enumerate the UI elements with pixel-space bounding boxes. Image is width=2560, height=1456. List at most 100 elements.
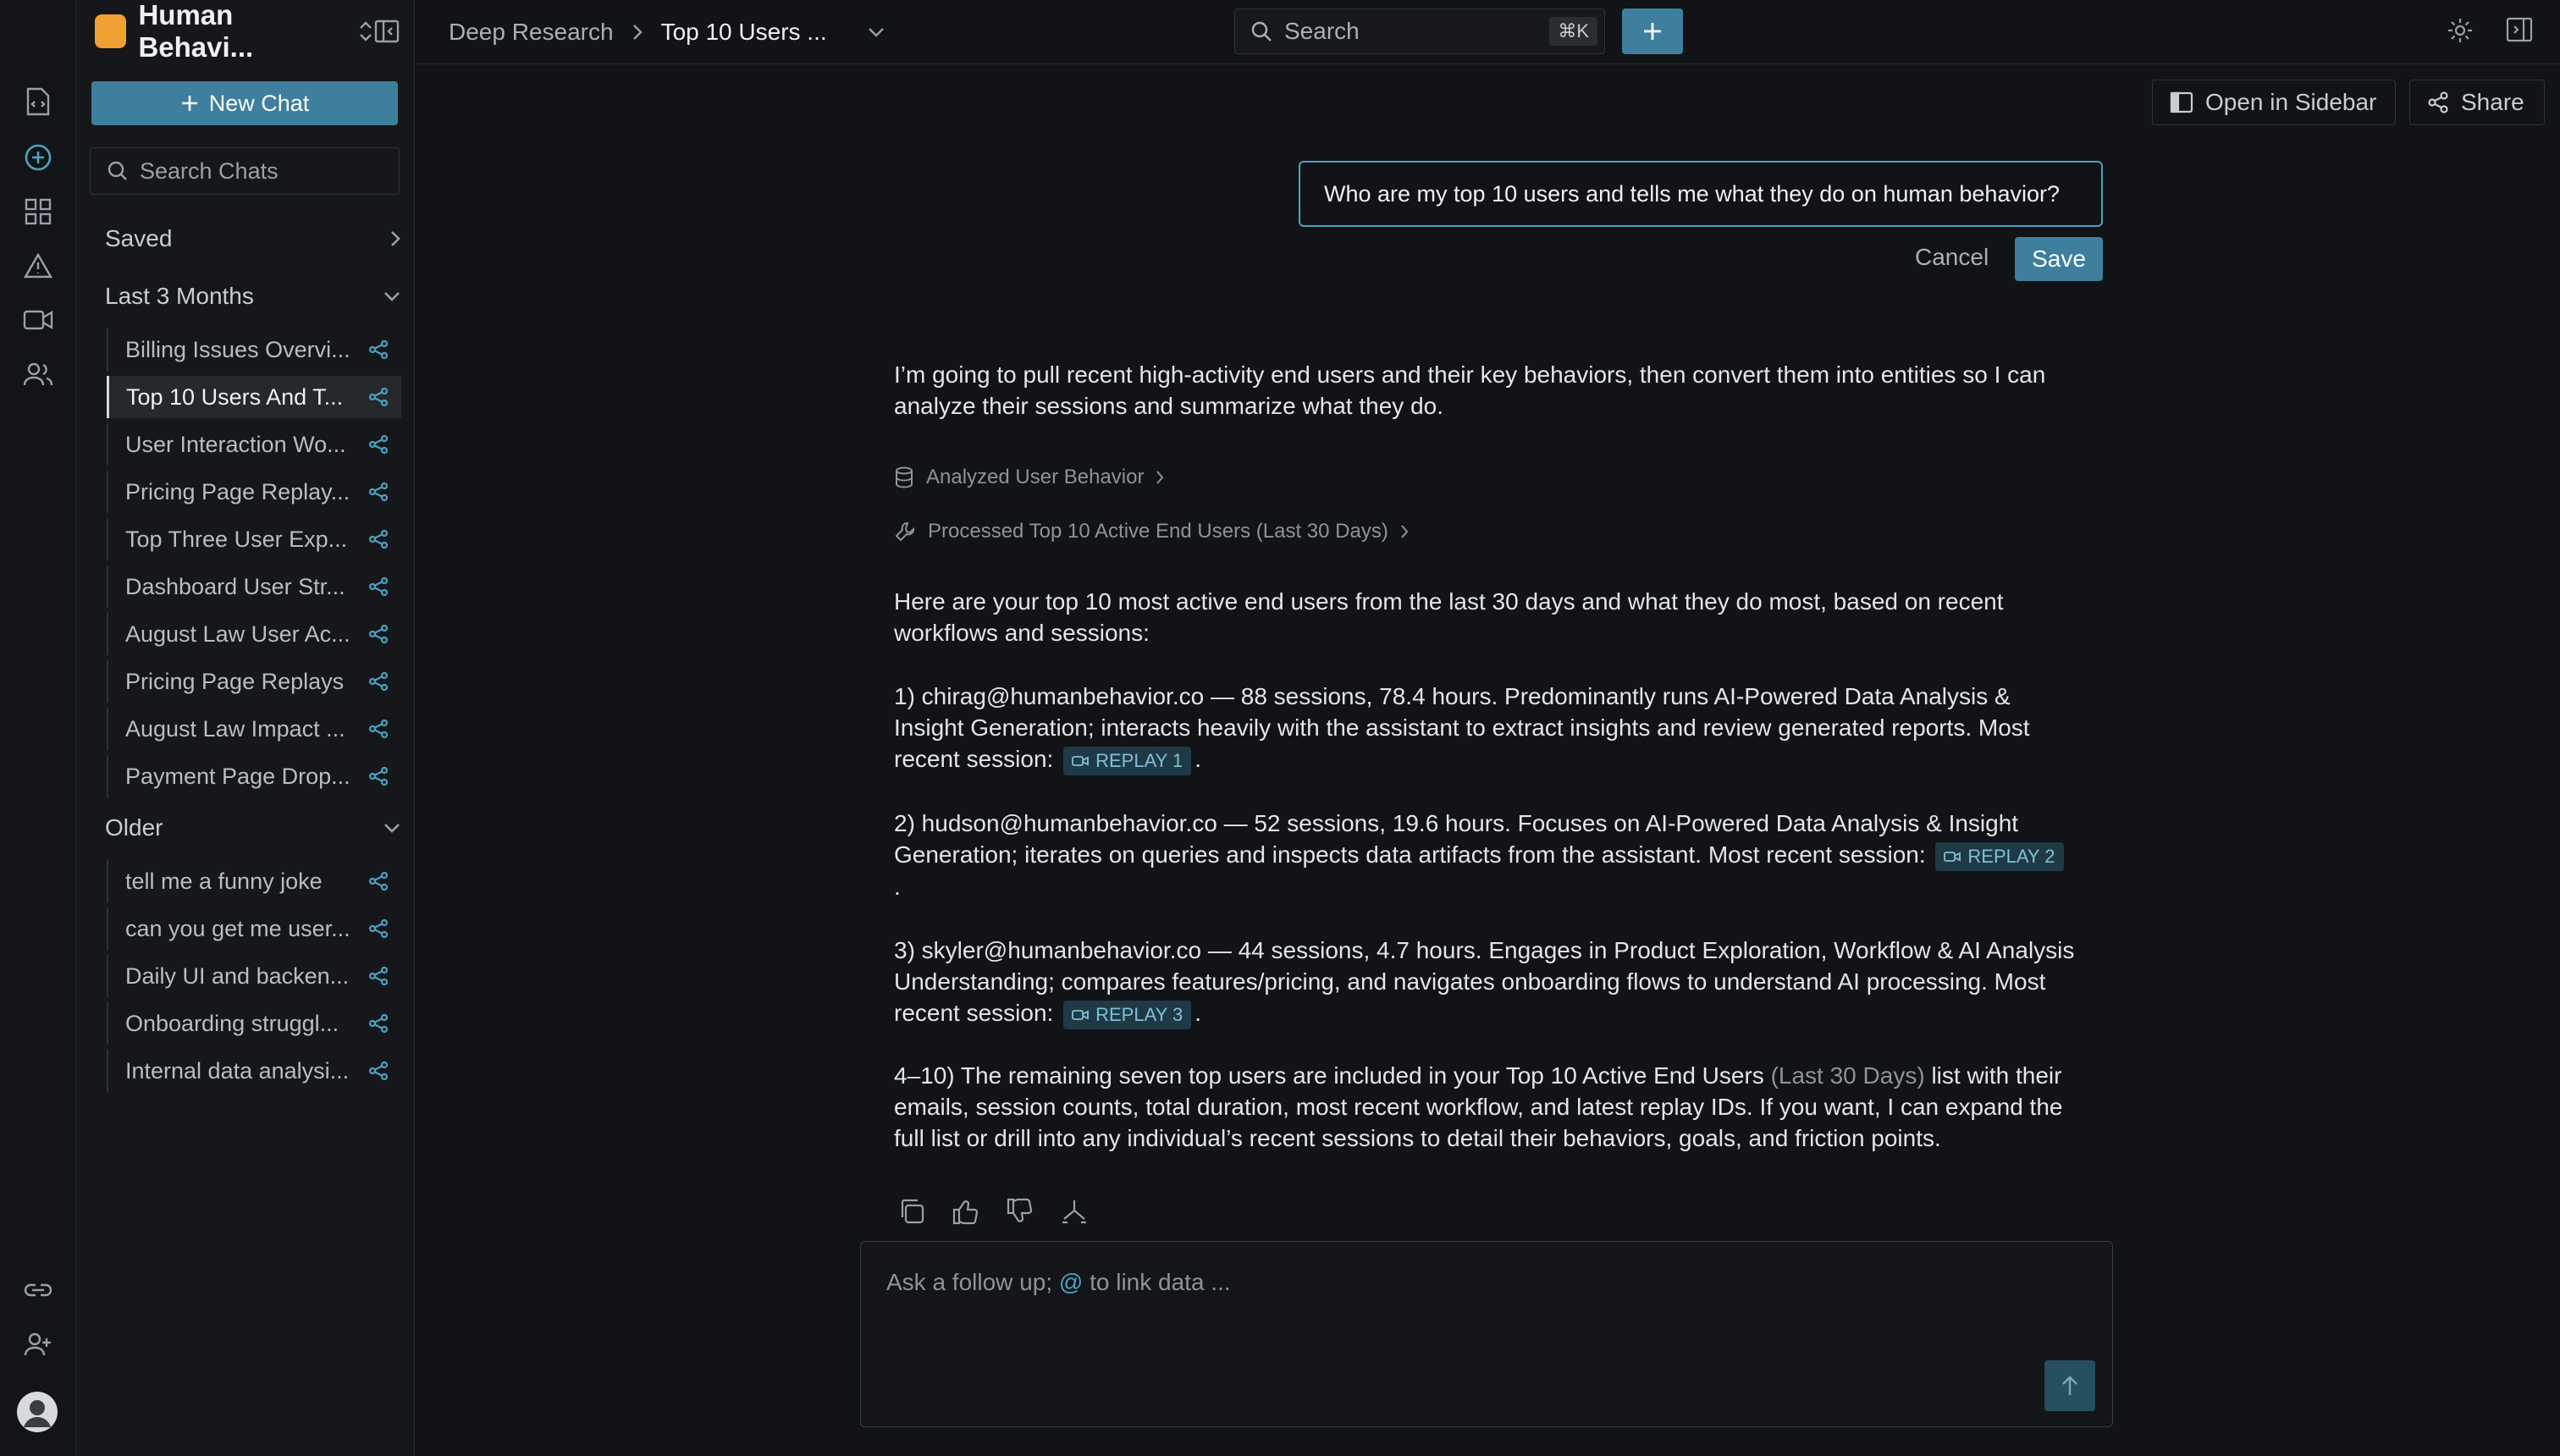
chat-list-item[interactable]: User Interaction Wo... <box>107 423 401 466</box>
entity-link-last-30-days[interactable]: (Last 30 Days) <box>1771 1062 1925 1089</box>
chat-list-item[interactable]: Payment Page Drop... <box>107 755 401 797</box>
chat-list-item[interactable]: Top Three User Exp... <box>107 518 401 560</box>
search-chats-input[interactable]: Search Chats <box>90 147 400 195</box>
share-chat-button[interactable] <box>366 719 391 739</box>
top-bar: Deep Research Top 10 Users ... Search ⌘K <box>415 0 2560 64</box>
new-chat-plus-icon[interactable] <box>21 141 55 174</box>
link-icon[interactable] <box>21 1273 55 1307</box>
chat-list-item-label: can you get me user... <box>125 915 350 941</box>
replay-2-badge[interactable]: REPLAY 2 <box>1935 841 2064 871</box>
settings-gear-icon[interactable] <box>2447 17 2474 44</box>
chat-list-item[interactable]: Billing Issues Overvi... <box>107 328 401 371</box>
chevron-up-down-icon[interactable] <box>357 19 374 44</box>
chat-list-item-label: Internal data analysi... <box>125 1057 350 1084</box>
share-chat-button[interactable] <box>366 387 391 407</box>
branch-icon[interactable] <box>1060 1197 1089 1226</box>
period-text: . <box>1194 1000 1202 1026</box>
tool-step-analyzed-user-behavior[interactable]: Analyzed User Behavior <box>894 462 1164 493</box>
follow-up-composer[interactable]: Ask a follow up; @ to link data ... <box>860 1241 2113 1427</box>
share-chat-button[interactable] <box>366 339 391 360</box>
chat-sidebar: Human Behavi... New Chat Search Chats Sa… <box>76 0 415 1456</box>
chat-list-item[interactable]: tell me a funny joke <box>107 860 401 902</box>
global-search-input[interactable]: Search ⌘K <box>1234 8 1605 54</box>
collapse-sidebar-icon[interactable] <box>374 19 400 43</box>
workspace-switcher[interactable]: Human Behavi... <box>95 0 400 63</box>
share-chat-button[interactable] <box>366 1013 391 1034</box>
document-code-icon[interactable] <box>21 85 55 119</box>
wrench-icon <box>895 522 914 542</box>
user-avatar[interactable] <box>17 1392 58 1432</box>
chat-list-item-label: Daily UI and backen... <box>125 962 350 989</box>
chat-list-item[interactable]: August Law User Ac... <box>107 613 401 655</box>
create-button[interactable] <box>1622 8 1683 54</box>
tool-step-label: Processed Top 10 Active End Users (Last … <box>928 520 1388 543</box>
search-chats-placeholder: Search Chats <box>140 157 279 184</box>
share-chat-button[interactable] <box>366 434 391 455</box>
chat-list-item[interactable]: Pricing Page Replay... <box>107 471 401 513</box>
edit-message-input[interactable]: Who are my top 10 users and tells me wha… <box>1299 161 2103 227</box>
thumbs-up-icon[interactable] <box>952 1197 980 1226</box>
chat-list-item[interactable]: Dashboard User Str... <box>107 565 401 608</box>
copy-icon[interactable] <box>897 1197 926 1226</box>
icon-rail <box>0 0 76 1456</box>
warning-icon[interactable] <box>21 249 55 283</box>
assistant-intro-text: I’m going to pull recent high-activity e… <box>894 361 2046 419</box>
chat-list-item[interactable]: Onboarding struggl... <box>107 1002 401 1045</box>
global-search-placeholder: Search <box>1284 18 1360 44</box>
chat-list-item-label: Top Three User Exp... <box>125 526 348 552</box>
share-chat-button[interactable] <box>366 624 391 644</box>
plus-icon <box>181 96 197 111</box>
thumbs-down-icon[interactable] <box>1006 1197 1034 1226</box>
chevron-down-icon[interactable] <box>868 27 885 37</box>
last-3-months-section-toggle[interactable]: Last 3 Months <box>105 278 401 315</box>
share-icon <box>368 766 389 786</box>
users-icon[interactable] <box>21 357 55 391</box>
share-button[interactable]: Share <box>2409 80 2545 125</box>
save-edit-button[interactable]: Save <box>2015 237 2103 281</box>
share-icon <box>368 1061 389 1081</box>
share-chat-button[interactable] <box>366 1061 391 1081</box>
chat-list-item[interactable]: Daily UI and backen... <box>107 955 401 997</box>
tool-step-processed-top-users[interactable]: Processed Top 10 Active End Users (Last … <box>894 516 1409 547</box>
chat-list-item[interactable]: Top 10 Users And T... <box>107 376 401 418</box>
share-icon <box>368 482 389 502</box>
add-user-icon[interactable] <box>21 1327 55 1361</box>
share-chat-button[interactable] <box>366 576 391 597</box>
share-chat-button[interactable] <box>366 482 391 502</box>
replay-1-badge[interactable]: REPLAY 1 <box>1063 746 1192 775</box>
edit-message-value: Who are my top 10 users and tells me wha… <box>1324 180 2060 207</box>
remaining-users-text: 4–10) The remaining seven top users are … <box>894 1060 2079 1154</box>
toggle-right-panel-icon[interactable] <box>2506 17 2533 42</box>
share-chat-button[interactable] <box>366 871 391 891</box>
chevron-right-icon <box>1156 471 1164 484</box>
chat-list-item[interactable]: Internal data analysi... <box>107 1050 401 1092</box>
period-text: . <box>894 873 901 900</box>
share-chat-button[interactable] <box>366 918 391 939</box>
breadcrumb: Deep Research Top 10 Users ... <box>449 0 885 64</box>
video-camera-icon[interactable] <box>21 303 55 337</box>
share-chat-button[interactable] <box>366 671 391 692</box>
chevron-right-icon <box>391 231 400 246</box>
share-chat-button[interactable] <box>366 966 391 986</box>
assistant-summary-text: Here are your top 10 most active end use… <box>894 588 2004 646</box>
chat-list-item[interactable]: can you get me user... <box>107 907 401 950</box>
at-mention-hint: @ <box>1058 1269 1084 1295</box>
saved-section-toggle[interactable]: Saved <box>105 220 401 257</box>
breadcrumb-deep-research[interactable]: Deep Research <box>449 19 614 46</box>
replay-3-badge[interactable]: REPLAY 3 <box>1063 1000 1192 1029</box>
user-entry-2-text: 2) hudson@humanbehavior.co — 52 sessions… <box>894 810 2019 868</box>
share-icon <box>368 434 389 455</box>
dashboard-grid-icon[interactable] <box>21 195 55 229</box>
share-icon <box>2428 91 2448 113</box>
send-button[interactable] <box>2044 1360 2095 1411</box>
new-chat-button[interactable]: New Chat <box>91 81 398 125</box>
chat-list-item[interactable]: August Law Impact ... <box>107 708 401 750</box>
cancel-edit-button[interactable]: Cancel <box>1915 244 1989 271</box>
breadcrumb-current-chat[interactable]: Top 10 Users ... <box>661 19 827 46</box>
share-icon <box>368 871 389 891</box>
older-section-toggle[interactable]: Older <box>105 809 401 847</box>
share-chat-button[interactable] <box>366 529 391 549</box>
open-in-sidebar-button[interactable]: Open in Sidebar <box>2152 80 2396 125</box>
share-chat-button[interactable] <box>366 766 391 786</box>
chat-list-item[interactable]: Pricing Page Replays <box>107 660 401 703</box>
